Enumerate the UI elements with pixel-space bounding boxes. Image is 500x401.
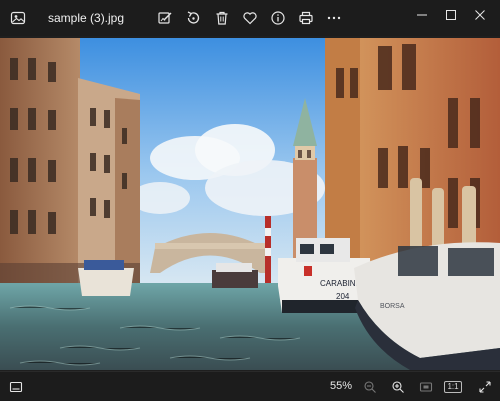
filmstrip-icon[interactable]	[7, 378, 25, 396]
zoom-level: 55%	[330, 380, 353, 392]
svg-text:BORSA: BORSA	[380, 303, 405, 310]
favorite-heart-icon[interactable]	[240, 8, 260, 28]
title-bar: sample (3).jpg	[0, 0, 500, 36]
info-icon[interactable]	[268, 8, 288, 28]
photos-app-icon	[10, 10, 26, 26]
minimize-icon[interactable]	[408, 4, 436, 26]
status-bar: 55% 1:1	[0, 371, 500, 401]
edit-image-icon[interactable]	[155, 8, 175, 28]
boat-number-text: 204	[336, 292, 350, 301]
delete-icon[interactable]	[212, 8, 232, 28]
zoom-in-icon[interactable]	[389, 378, 407, 396]
image-canvas[interactable]: CARABINIERI 204 BORSA	[0, 38, 500, 370]
maximize-icon[interactable]	[437, 4, 465, 26]
print-icon[interactable]	[296, 8, 316, 28]
close-icon[interactable]	[466, 4, 494, 26]
actual-size-icon[interactable]: 1:1	[444, 378, 462, 396]
zoom-out-icon[interactable]	[361, 378, 379, 396]
venice-canal-photo: CARABINIERI 204 BORSA	[0, 38, 500, 370]
actual-size-label: 1:1	[444, 381, 462, 393]
fit-window-icon[interactable]	[417, 378, 435, 396]
more-icon[interactable]	[324, 8, 344, 28]
rotate-icon[interactable]	[183, 8, 203, 28]
file-name: sample (3).jpg	[48, 11, 125, 25]
fullscreen-icon[interactable]	[476, 378, 494, 396]
